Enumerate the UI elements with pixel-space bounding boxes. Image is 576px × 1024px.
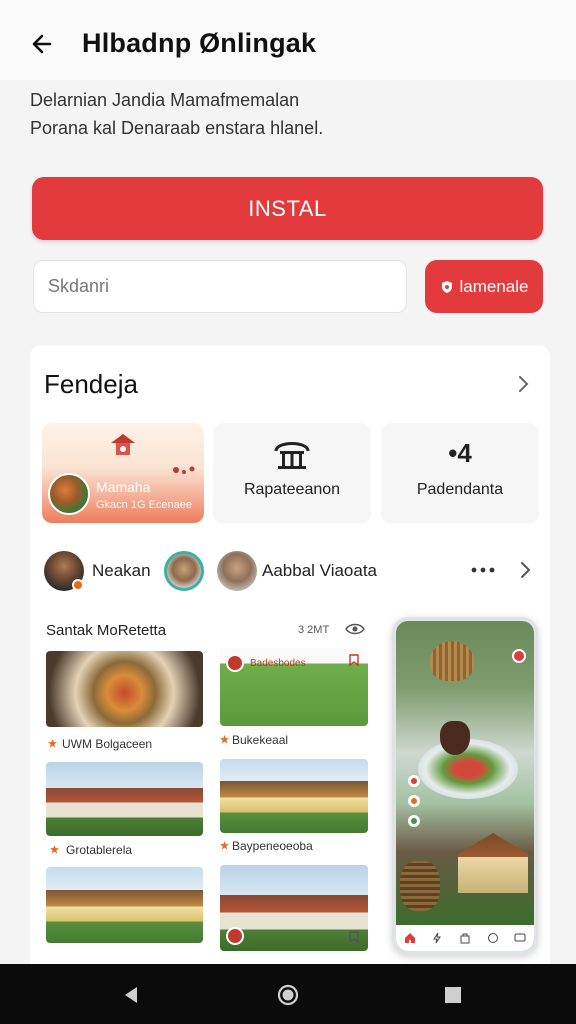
featured-thumbnail: [48, 473, 90, 515]
photo-caption: Bukekeaal: [232, 733, 289, 747]
photo-thumbnail[interactable]: [46, 651, 203, 727]
basket-image: [400, 861, 440, 911]
star-icon: [48, 739, 57, 748]
tile-rapateeanon[interactable]: Rapateeanon: [213, 423, 371, 523]
photo-caption: UWM Bolgaceen: [62, 737, 153, 751]
more-icon[interactable]: [470, 565, 496, 575]
photo-caption: Baypeneoeoba: [232, 839, 313, 853]
content-card: Fendeja Mamaha Gkacn 1G Ecenaee Rapateea…: [30, 345, 550, 985]
photo-thumbnail[interactable]: [46, 762, 203, 836]
back-arrow-icon[interactable]: [28, 28, 60, 60]
jar-image: [440, 721, 470, 755]
search-input[interactable]: [33, 260, 407, 313]
profile-row: Neakan Aabbal Viaoata: [30, 545, 550, 595]
phone-screen: [396, 621, 534, 951]
phone-preview: [392, 617, 538, 955]
avatar: [226, 654, 244, 672]
bell-decoration: [430, 641, 474, 681]
section-title: Fendeja: [44, 369, 138, 399]
stats-icon: •4: [448, 438, 472, 468]
install-button[interactable]: INSTAL: [32, 177, 543, 240]
pavilion-icon: [274, 442, 310, 469]
avatar[interactable]: [164, 551, 204, 591]
tile-padendanta[interactable]: •4 Padendanta: [381, 423, 539, 523]
shield-icon: [441, 280, 452, 293]
flash-icon[interactable]: [431, 932, 443, 944]
chevron-right-icon[interactable]: [512, 373, 534, 395]
avatar[interactable]: [217, 551, 257, 591]
profile-name[interactable]: Neakan: [92, 561, 151, 581]
avatar: [226, 927, 244, 945]
photo-thumbnail[interactable]: [220, 865, 368, 951]
system-recents-icon[interactable]: [444, 986, 462, 1004]
action-button[interactable]: lamenale: [425, 260, 543, 313]
grid-heading: Santak MoRetetta: [46, 622, 167, 639]
system-home-icon[interactable]: [276, 983, 300, 1007]
system-back-icon[interactable]: [120, 984, 142, 1006]
photo-caption: Grotablerela: [66, 843, 133, 857]
message-icon[interactable]: [514, 932, 526, 944]
profile-name[interactable]: Aabbal Viaoata: [262, 561, 377, 581]
star-icon: [220, 735, 229, 744]
app-description: Delarnian Jandia Mamafmemalan Porana kal…: [30, 86, 550, 142]
home-icon[interactable]: [404, 932, 416, 944]
app-header: Hlbadnp Ønlingak: [0, 0, 576, 80]
featured-tile[interactable]: Mamaha Gkacn 1G Ecenaee: [42, 423, 204, 523]
page-title: Hlbadnp Ønlingak: [82, 28, 317, 58]
photo-overlay-title: Badesbodes: [250, 658, 306, 669]
house-image: [458, 833, 528, 893]
chat-icon[interactable]: [487, 932, 499, 944]
grid-meta: 3 2MT: [298, 624, 330, 636]
description-line-2: Porana kal Denaraab enstara hlanel.: [30, 118, 324, 138]
bookmark-icon[interactable]: [348, 931, 360, 943]
chevron-right-icon[interactable]: [514, 559, 536, 581]
food-dish-image: [418, 739, 518, 799]
tile-label: Rapateeanon: [243, 481, 341, 498]
shrine-icon: [111, 434, 135, 455]
description-line-1: Delarnian Jandia Mamafmemalan: [30, 90, 300, 110]
tile-label: Padendanta: [416, 481, 504, 498]
bag-icon[interactable]: [459, 932, 471, 944]
bookmark-icon[interactable]: [348, 654, 360, 666]
view-icon[interactable]: [344, 622, 366, 636]
star-icon: [220, 841, 229, 850]
photo-thumbnail[interactable]: Badesbodes: [220, 648, 368, 726]
system-nav-bar: [0, 964, 576, 1024]
photo-thumbnail[interactable]: [46, 867, 203, 943]
phone-bottom-nav: [396, 925, 534, 951]
featured-title: Mamaha: [96, 479, 151, 495]
star-icon: [50, 845, 59, 854]
decoration-icon: [173, 466, 195, 474]
action-button-label: lamenale: [459, 276, 529, 296]
side-action-icons: [408, 775, 420, 827]
status-badge: [72, 579, 84, 591]
photo-thumbnail[interactable]: [220, 759, 368, 833]
featured-subtitle: Gkacn 1G Ecenaee: [96, 499, 193, 511]
record-icon: [512, 649, 526, 663]
